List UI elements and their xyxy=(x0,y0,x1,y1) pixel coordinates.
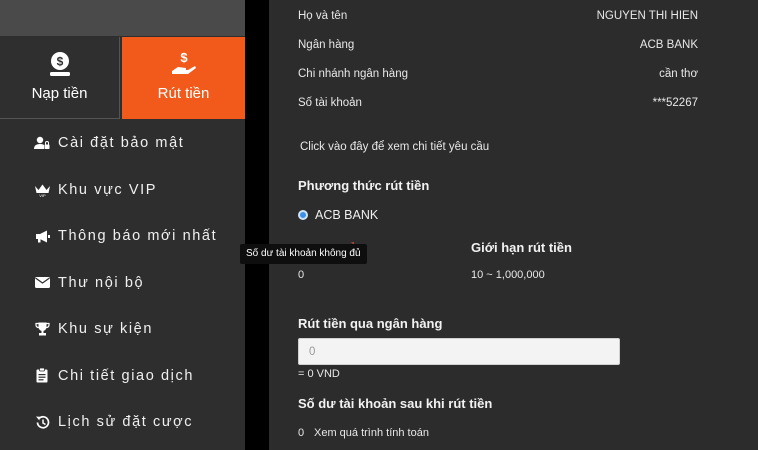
menu-item-label: Khu sự kiện xyxy=(58,321,154,338)
menu-item-events[interactable]: Khu sự kiện xyxy=(0,306,245,353)
svg-text:$: $ xyxy=(180,50,188,65)
svg-text:$: $ xyxy=(56,55,63,69)
tab-withdraw-label: Rút tiền xyxy=(157,85,210,102)
bank-withdraw-title: Rút tiền qua ngân hàng xyxy=(298,316,443,331)
money-bag-icon: $ xyxy=(45,49,75,79)
panel-divider xyxy=(245,0,269,450)
info-row-account-number: Số tài khoản ***52267 xyxy=(298,97,698,117)
history-icon xyxy=(33,414,51,430)
hand-money-icon: $ xyxy=(169,49,199,79)
menu-item-vip[interactable]: VIP Khu vực VIP xyxy=(0,167,245,214)
megaphone-icon xyxy=(33,228,51,244)
menu-item-label: Cài đặt bảo mật xyxy=(58,135,185,152)
sidebar: $ Nạp tiền $ Rút tiền Cài đặt bảo mật VI… xyxy=(0,0,245,450)
radio-selected-icon[interactable] xyxy=(298,210,308,220)
after-balance-value: 0 xyxy=(298,427,305,439)
info-value: ***52267 xyxy=(652,97,698,109)
withdraw-method-option[interactable]: ACB BANK xyxy=(298,208,378,222)
info-row-branch: Chi nhánh ngân hàng cần thơ xyxy=(298,68,698,88)
info-value: ACB BANK xyxy=(639,39,698,51)
balance-value: 0 xyxy=(298,269,305,281)
tab-withdraw[interactable]: $ Rút tiền xyxy=(122,37,245,119)
info-value: cần thơ xyxy=(659,68,698,80)
limit-label: Giới hạn rút tiền xyxy=(471,240,572,255)
sidebar-menu: Cài đặt bảo mật VIP Khu vực VIP Thông bá… xyxy=(0,120,245,446)
trophy-icon xyxy=(33,321,51,337)
withdraw-method-title: Phương thức rút tiền xyxy=(298,178,430,193)
withdraw-panel: Họ và tên NGUYEN THI HIEN Ngân hàng ACB … xyxy=(269,0,758,450)
tab-deposit-label: Nạp tiền xyxy=(31,85,88,102)
view-request-details-link[interactable]: Click vào đây để xem chi tiết yêu cầu xyxy=(300,141,489,153)
info-label: Ngân hàng xyxy=(298,39,355,51)
info-label: Số tài khoản xyxy=(298,97,362,109)
limit-value: 10 ~ 1,000,000 xyxy=(471,269,545,281)
sidebar-header xyxy=(0,0,245,36)
info-row-name: Họ và tên NGUYEN THI HIEN xyxy=(298,10,698,30)
withdraw-method-label: ACB BANK xyxy=(315,208,379,222)
view-calculation-link[interactable]: Xem quá trình tính toán xyxy=(314,427,429,439)
converted-amount: = 0 VND xyxy=(298,368,340,380)
withdraw-amount-input[interactable] xyxy=(298,338,620,365)
info-value: NGUYEN THI HIEN xyxy=(596,10,698,22)
after-balance-title: Số dư tài khoản sau khi rút tiền xyxy=(298,396,493,411)
user-lock-icon xyxy=(33,135,51,151)
menu-item-inbox[interactable]: Thư nội bộ xyxy=(0,260,245,307)
menu-item-bet-history[interactable]: Lịch sử đặt cược xyxy=(0,399,245,446)
clipboard-icon xyxy=(33,368,51,384)
menu-item-label: Lịch sử đặt cược xyxy=(58,414,194,431)
info-row-bank: Ngân hàng ACB BANK xyxy=(298,39,698,59)
menu-item-label: Chi tiết giao dịch xyxy=(58,367,194,384)
crown-icon: VIP xyxy=(33,182,51,198)
menu-item-notifications[interactable]: Thông báo mới nhất xyxy=(0,213,245,260)
insufficient-balance-tooltip: Số dư tài khoản không đủ xyxy=(240,244,367,264)
menu-item-label: Thư nội bộ xyxy=(58,274,145,291)
info-label: Chi nhánh ngân hàng xyxy=(298,68,408,80)
svg-text:VIP: VIP xyxy=(39,193,46,197)
menu-item-security[interactable]: Cài đặt bảo mật xyxy=(0,120,245,167)
menu-item-label: Thông báo mới nhất xyxy=(58,228,218,245)
menu-item-label: Khu vực VIP xyxy=(58,181,158,198)
tab-deposit[interactable]: $ Nạp tiền xyxy=(0,37,120,119)
envelope-icon xyxy=(33,275,51,291)
menu-item-transactions[interactable]: Chi tiết giao dịch xyxy=(0,353,245,400)
info-label: Họ và tên xyxy=(298,10,348,22)
